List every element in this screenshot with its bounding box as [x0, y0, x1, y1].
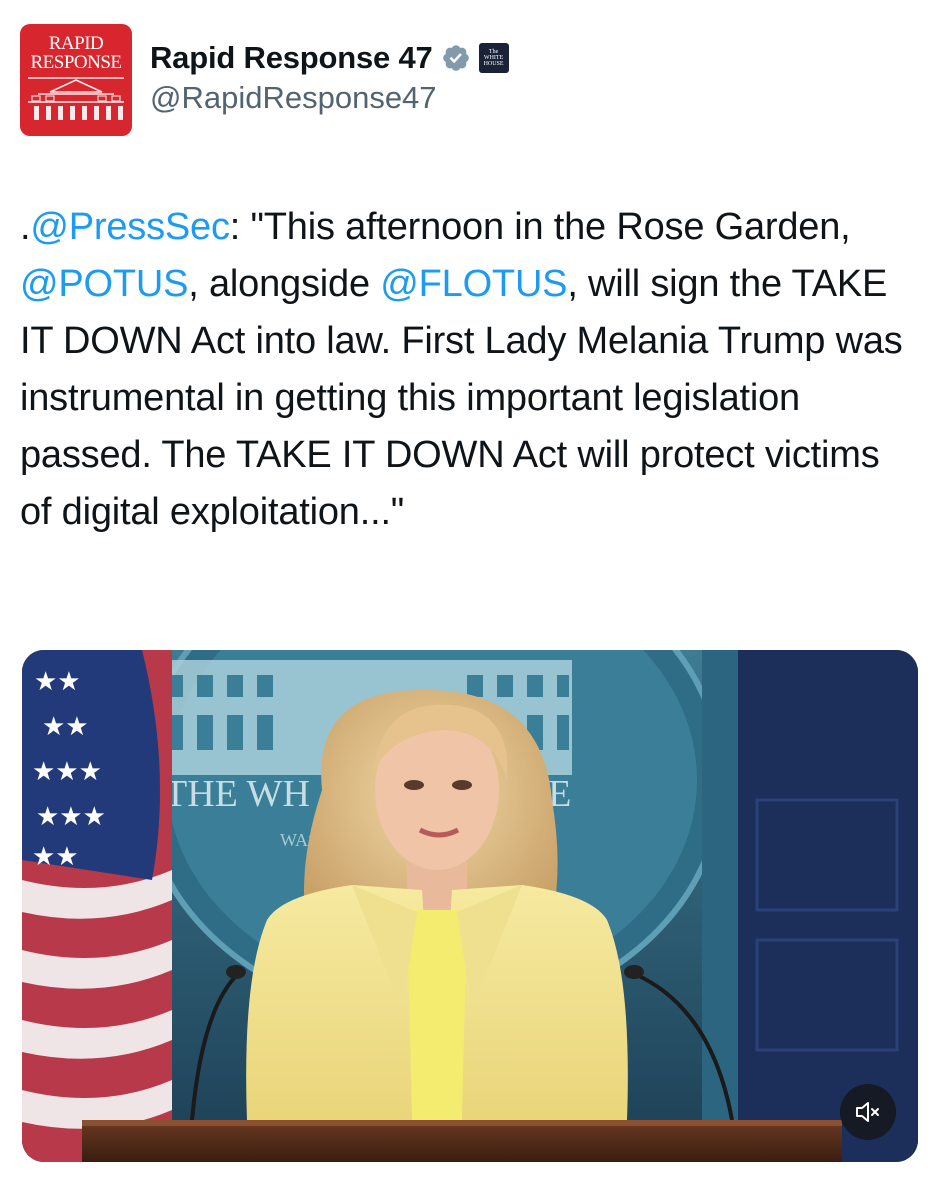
- tweet-header: RAPID RESPONSE Rapid Response 47 The WHI…: [20, 24, 920, 136]
- svg-text:★★★: ★★★: [32, 757, 102, 787]
- avatar[interactable]: RAPID RESPONSE: [20, 24, 132, 136]
- mention-flotus-link[interactable]: @FLOTUS: [380, 263, 567, 305]
- mention-potus-link[interactable]: @POTUS: [20, 263, 188, 305]
- svg-text:★★: ★★: [32, 842, 79, 872]
- display-name[interactable]: Rapid Response 47: [150, 40, 433, 76]
- svg-text:★★: ★★: [34, 667, 81, 697]
- backdrop-text-left: THE WH: [164, 773, 310, 815]
- avatar-logo-text: RAPID RESPONSE: [30, 33, 122, 73]
- video-player[interactable]: THE WH SE WAS ★★ ★★ ★★★ ★★★ ★★: [22, 650, 918, 1162]
- name-row: Rapid Response 47 The WHITE HOUSE: [150, 38, 509, 78]
- tweet-text-segment: : "This afternoon in the Rose Garden,: [229, 206, 851, 248]
- video-frame: THE WH SE WAS ★★ ★★ ★★★ ★★★ ★★: [22, 650, 918, 1162]
- svg-text:★★: ★★: [42, 712, 89, 742]
- tweet-text: .@PressSec: "This afternoon in the Rose …: [20, 199, 920, 541]
- white-house-affiliate-badge[interactable]: The WHITE HOUSE: [478, 43, 509, 73]
- affiliate-badge-text: The WHITE HOUSE: [483, 49, 504, 67]
- account-handle[interactable]: @RapidResponse47: [150, 80, 509, 116]
- tweet-text-segment: .: [20, 206, 31, 248]
- mention-presssec-link[interactable]: @PressSec: [30, 206, 230, 248]
- white-house-logo-icon: [28, 77, 124, 120]
- tweet-text-segment: , alongside: [188, 263, 381, 305]
- mute-toggle-button[interactable]: [840, 1084, 896, 1140]
- speaker-muted-icon: [856, 1102, 879, 1122]
- account-identity: Rapid Response 47 The WHITE HOUSE @Rapid…: [150, 24, 509, 116]
- svg-text:★★★: ★★★: [36, 802, 106, 832]
- verified-badge-icon[interactable]: [441, 43, 471, 73]
